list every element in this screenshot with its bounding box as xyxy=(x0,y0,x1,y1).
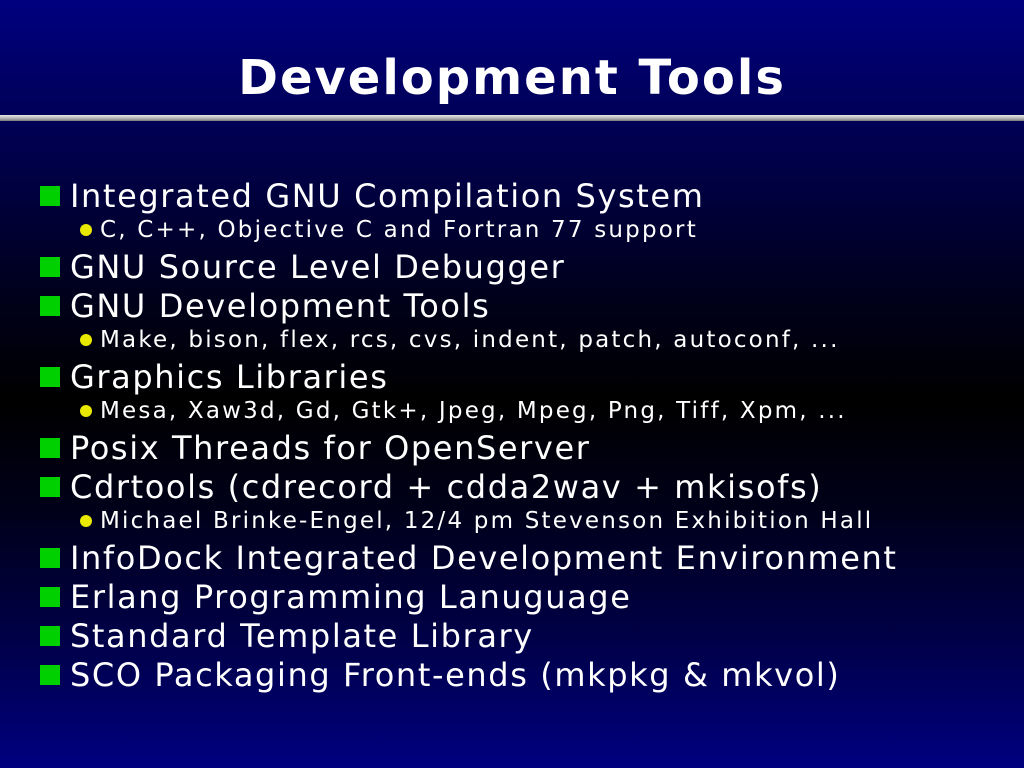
title-divider xyxy=(0,115,1024,121)
dot-bullet-icon xyxy=(80,223,92,236)
bullet-item: Cdrtools (cdrecord + cdda2wav + mkisofs) xyxy=(40,467,1010,506)
square-bullet-icon xyxy=(40,625,60,646)
square-bullet-icon xyxy=(40,476,60,497)
bullet-text: InfoDock Integrated Development Environm… xyxy=(70,538,898,577)
bullet-text: Cdrtools (cdrecord + cdda2wav + mkisofs) xyxy=(70,467,823,506)
bullet-item: Standard Template Library xyxy=(40,616,1010,655)
dot-bullet-icon xyxy=(80,514,92,527)
square-bullet-icon xyxy=(40,256,60,277)
sub-bullet-text: Michael Brinke-Engel, 12/4 pm Stevenson … xyxy=(100,507,874,534)
square-bullet-icon xyxy=(40,547,60,568)
square-bullet-icon xyxy=(40,586,60,607)
bullet-text: GNU Source Level Debugger xyxy=(70,247,566,286)
sub-bullet-item: Mesa, Xaw3d, Gd, Gtk+, Jpeg, Mpeg, Png, … xyxy=(40,393,1010,428)
slide-title: Development Tools xyxy=(238,50,786,106)
sub-bullet-item: C, C++, Objective C and Fortran 77 suppo… xyxy=(40,212,1010,247)
square-bullet-icon xyxy=(40,437,60,458)
dot-bullet-icon xyxy=(80,333,92,346)
square-bullet-icon xyxy=(40,295,60,316)
bullet-text: Erlang Programming Lanuguage xyxy=(70,577,632,616)
sub-bullet-text: Make, bison, flex, rcs, cvs, indent, pat… xyxy=(100,326,840,353)
sub-bullet-text: Mesa, Xaw3d, Gd, Gtk+, Jpeg, Mpeg, Png, … xyxy=(100,397,847,424)
bullet-item: Erlang Programming Lanuguage xyxy=(40,577,1010,616)
bullet-list: Integrated GNU Compilation System C, C++,… xyxy=(40,176,1010,694)
bullet-text: Graphics Libraries xyxy=(70,357,389,396)
bullet-item: SCO Packaging Front-ends (mkpkg & mkvol) xyxy=(40,655,1010,694)
bullet-text: GNU Development Tools xyxy=(70,286,491,325)
bullet-item: Integrated GNU Compilation System xyxy=(40,176,1010,215)
bullet-text: Posix Threads for OpenServer xyxy=(70,428,591,467)
bullet-text: Integrated GNU Compilation System xyxy=(70,176,705,215)
bullet-item: Graphics Libraries xyxy=(40,357,1010,396)
sub-bullet-text: C, C++, Objective C and Fortran 77 suppo… xyxy=(100,216,698,243)
dot-bullet-icon xyxy=(80,404,92,417)
square-bullet-icon xyxy=(40,366,60,387)
bullet-item: GNU Source Level Debugger xyxy=(40,247,1010,286)
sub-bullet-item: Make, bison, flex, rcs, cvs, indent, pat… xyxy=(40,322,1010,357)
bullet-item: Posix Threads for OpenServer xyxy=(40,428,1010,467)
bullet-item: InfoDock Integrated Development Environm… xyxy=(40,538,1010,577)
sub-bullet-item: Michael Brinke-Engel, 12/4 pm Stevenson … xyxy=(40,503,1010,538)
bullet-text: SCO Packaging Front-ends (mkpkg & mkvol) xyxy=(70,655,841,694)
bullet-item: GNU Development Tools xyxy=(40,286,1010,325)
bullet-text: Standard Template Library xyxy=(70,616,534,655)
square-bullet-icon xyxy=(40,185,60,206)
square-bullet-icon xyxy=(40,664,60,685)
